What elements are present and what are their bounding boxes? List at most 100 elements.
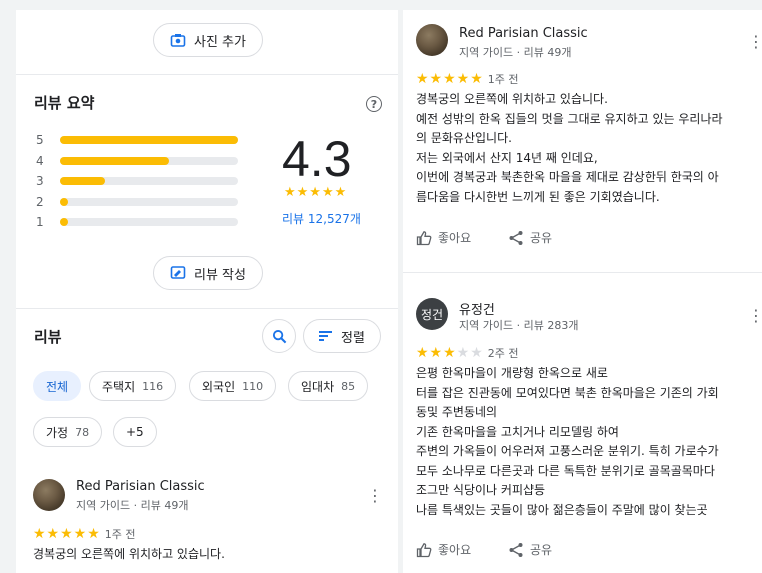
rating-bar-label: 4 (36, 153, 44, 168)
like-label: 좋아요 (438, 231, 472, 245)
stars-empty: ★★ (456, 345, 484, 361)
more-options-icon[interactable]: ⋮ (748, 34, 762, 50)
like-button[interactable]: 좋아요 (416, 541, 471, 558)
review-line: 동및 주변동네의 (416, 405, 498, 419)
review-summary-panel: 사진 추가 리뷰 요약 ? 5 4 3 2 1 4.3 ★★★★★ 리뷰 12,527개… (16, 10, 398, 573)
review-line: 름다움을 다시한번 느끼게 된 좋은 기회였습니다. (416, 189, 660, 204)
write-review-label: 리뷰 작성 (194, 267, 246, 283)
sort-button[interactable]: 정렬 (303, 319, 381, 353)
search-icon (272, 329, 287, 344)
stars-filled: ★★★★★ (416, 71, 484, 87)
review-stars: ★★★★★ 2주 전 (416, 345, 519, 361)
chip-count: 85 (341, 379, 356, 393)
more-options-icon[interactable]: ⋮ (367, 488, 383, 504)
chip-label: +5 (126, 425, 144, 439)
rating-stars: ★★★★★ (284, 185, 348, 200)
rating-bar-label: 2 (36, 194, 44, 209)
divider (16, 308, 398, 309)
divider (403, 272, 762, 273)
review-line: 터를 잡은 진관동에 모여있다면 북촌 한옥마을은 기존의 가회 (416, 385, 719, 400)
sort-icon (319, 330, 333, 342)
like-label: 좋아요 (438, 543, 472, 557)
rating-bar-track (60, 197, 238, 206)
chip-count: 116 (142, 379, 164, 393)
review-line: 조그만 식당이나 커피샵등 (416, 483, 546, 497)
add-photo-label: 사진 추가 (194, 34, 246, 50)
review-line: 경복궁의 오른쪽에 위치하고 있습니다. (416, 92, 608, 106)
rating-bar-fill (60, 177, 105, 185)
chip-more[interactable]: +5 (113, 417, 157, 447)
stars-filled: ★★★★★ (33, 526, 101, 542)
rating-bar-fill (60, 197, 68, 206)
rating-bar-track (60, 218, 238, 226)
thumbs-up-icon (416, 230, 432, 246)
rating-bar-track (60, 177, 238, 185)
average-rating: 4.3 (282, 131, 352, 187)
review-line: 의 문화유산입니다. (416, 131, 512, 145)
reviewer-name[interactable]: 유정건 (459, 299, 495, 318)
share-icon (508, 230, 524, 246)
chip-lease[interactable]: 임대차 85 (288, 371, 369, 401)
reviews-panel: Red Parisian Classic 지역 가이드 · 리뷰 49개 ⋮ ★… (403, 10, 762, 573)
share-label: 공유 (530, 231, 553, 245)
chip-all[interactable]: 전체 (33, 371, 82, 401)
search-reviews-button[interactable] (262, 319, 296, 353)
review-time: 1주 전 (104, 528, 136, 541)
help-icon[interactable]: ? (366, 96, 382, 112)
avatar[interactable] (416, 24, 448, 56)
chip-label: 임대차 (301, 379, 335, 394)
rating-bar-fill (60, 218, 68, 226)
rating-bar-label: 5 (36, 133, 44, 147)
review-line: 기존 한옥마을을 고치거나 리모델링 하여 (416, 424, 619, 439)
divider (16, 74, 398, 75)
review-text: 경복궁의 오른쪽에 위치하고 있습니다. 예전 성밖의 한옥 집들의 멋을 그대… (416, 90, 761, 207)
review-stars: ★★★★★ 1주 전 (33, 526, 136, 542)
reviewer-meta: 지역 가이드 · 리뷰 49개 (76, 499, 189, 512)
rating-bar-row[interactable]: 3 (36, 174, 238, 188)
review-text: 은평 한옥마을이 개량형 한옥으로 새로 터를 잡은 진관동에 모여있다면 북촌… (416, 364, 761, 520)
chip-residential[interactable]: 주택지 116 (89, 371, 177, 401)
review-text: 경복궁의 오른쪽에 위치하고 있습니다. (33, 547, 225, 561)
edit-review-icon (170, 265, 186, 281)
review-time: 1주 전 (487, 73, 519, 86)
rating-bar-track (60, 156, 238, 165)
avatar[interactable]: 정건 (416, 298, 448, 330)
chip-count: 110 (242, 379, 264, 393)
rating-bar-row[interactable]: 4 (36, 154, 238, 168)
rating-bar-track (60, 136, 238, 144)
review-line: 주변의 가옥들이 어우러져 고풍스러운 분위기. 특히 가로수가 (416, 444, 719, 458)
chip-label: 전체 (46, 379, 69, 394)
reviewer-meta: 지역 가이드 · 리뷰 49개 (459, 46, 572, 59)
share-icon (508, 542, 524, 558)
stars-filled: ★★★ (416, 345, 457, 361)
review-time: 2주 전 (487, 347, 519, 360)
rating-bar-row[interactable]: 5 (36, 133, 238, 147)
chip-foreigner[interactable]: 외국인 110 (189, 371, 277, 401)
reviews-title: 리뷰 (34, 328, 62, 346)
add-photo-button[interactable]: 사진 추가 (153, 23, 263, 57)
review-line: 나름 특색있는 곳들이 많아 젊은층들이 주말에 많이 찾는곳 (416, 502, 708, 517)
rating-bar-fill (60, 156, 169, 165)
review-line: 예전 성밖의 한옥 집들의 멋을 그대로 유지하고 있는 우리나라 (416, 111, 723, 126)
chip-count: 78 (75, 425, 90, 439)
summary-title: 리뷰 요약 (34, 94, 95, 112)
more-options-icon[interactable]: ⋮ (748, 308, 762, 324)
rating-bar-fill (60, 136, 238, 144)
like-button[interactable]: 좋아요 (416, 229, 471, 246)
review-line: 모두 소나무로 다른곳과 다른 독특한 분위기로 골목골목마다 (416, 463, 715, 478)
avatar[interactable] (33, 479, 65, 511)
thumbs-up-icon (416, 542, 432, 558)
reviewer-name[interactable]: Red Parisian Classic (76, 479, 205, 494)
rating-bar-row[interactable]: 2 (36, 195, 238, 209)
chip-family[interactable]: 가정 78 (33, 417, 103, 447)
reviewer-name[interactable]: Red Parisian Classic (459, 26, 588, 41)
review-count-link[interactable]: 리뷰 12,527개 (282, 210, 361, 227)
chip-label: 가정 (46, 425, 69, 440)
chip-label: 주택지 (102, 379, 136, 394)
share-button[interactable]: 공유 (508, 229, 552, 246)
sort-label: 정렬 (341, 330, 365, 346)
review-line: 이번에 경복궁과 북촌한옥 마을을 제대로 감상한뒤 한국의 아 (416, 170, 719, 184)
write-review-button[interactable]: 리뷰 작성 (153, 256, 263, 290)
share-button[interactable]: 공유 (508, 541, 552, 558)
rating-bar-row[interactable]: 1 (36, 215, 238, 229)
